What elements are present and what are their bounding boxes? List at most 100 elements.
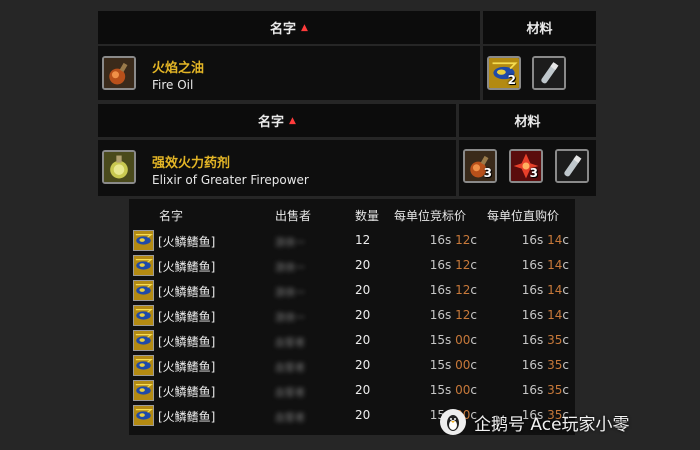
materials-column-label: 材料	[514, 115, 541, 130]
silver-amount: 16	[429, 283, 446, 297]
silver-amount: 16	[429, 308, 446, 322]
scale-fish-icon[interactable]	[133, 405, 154, 426]
copper-unit: c	[562, 283, 569, 297]
table-row[interactable]: [火鳞鳍鱼]血誓者2015s 00c16s 35c	[129, 353, 575, 378]
recipe-row-greater-firepower[interactable]: 强效火力药剂 Elixir of Greater Firepower	[98, 140, 456, 196]
seller-name: 游侠一	[275, 263, 305, 274]
copper-amount: 14	[547, 283, 563, 297]
silver-unit: s	[445, 308, 452, 322]
silver-unit: s	[537, 358, 544, 372]
scale-fish-icon[interactable]	[133, 380, 154, 401]
copper-unit: c	[562, 383, 569, 397]
seller-name: 游侠一	[275, 288, 305, 299]
silver-unit: s	[537, 283, 544, 297]
scale-fish-icon[interactable]	[133, 305, 154, 326]
copper-unit: c	[562, 308, 569, 322]
item-name-link[interactable]: [火鳞鳍鱼]	[158, 283, 215, 300]
scale-fish-icon[interactable]	[133, 355, 154, 376]
column-header-quantity[interactable]: 数量	[355, 207, 379, 224]
recipe-header-materials[interactable]: 材料	[483, 11, 596, 44]
quantity-value: 20	[355, 258, 371, 272]
silver-unit: s	[445, 333, 452, 347]
copper-amount: 14	[547, 258, 563, 272]
buyout-price: 16s 35c	[469, 383, 569, 397]
recipe-header-name[interactable]: 名字 ▲	[98, 11, 480, 44]
column-header-bid-price[interactable]: 每单位竞标价	[394, 207, 466, 224]
fire-oil-flask-icon[interactable]	[102, 56, 136, 90]
copper-unit: c	[562, 333, 569, 347]
silver-unit: s	[537, 308, 544, 322]
red-crystal-icon[interactable]: 3	[509, 149, 543, 183]
fire-oil-flask-icon[interactable]: 3	[463, 149, 497, 183]
bid-price: 15s 00c	[377, 358, 477, 372]
table-row[interactable]: [火鳞鳍鱼] 游侠一 12 16s 12c 16s 14c	[129, 228, 575, 253]
table-row[interactable]: [火鳞鳍鱼]血誓者2015s 00c16s 35c	[129, 328, 575, 353]
quantity-value: 20	[355, 383, 371, 397]
auction-listing-table: 名字 出售者 数量 每单位竞标价 每单位直购价 [火鳞鳍鱼] 游侠一 12 16s 1…	[129, 199, 575, 435]
silver-amount: 15	[429, 358, 446, 372]
scale-fish-icon[interactable]	[133, 255, 154, 276]
table-row[interactable]: [火鳞鳍鱼]血誓者2015s 00c16s 35c	[129, 378, 575, 403]
elixir-flask-icon[interactable]	[102, 150, 136, 184]
scale-fish-icon[interactable]: 2	[487, 56, 521, 90]
watermark: 企鹅号 Ace玩家小零	[440, 409, 630, 435]
sort-ascending-icon: ▲	[289, 115, 296, 126]
reagents-greater-firepower: 3 3	[459, 140, 596, 196]
table-row[interactable]: [火鳞鳍鱼] 游侠一 20 16s 12c 16s 14c	[129, 303, 575, 328]
item-name-link[interactable]: [火鳞鳍鱼]	[158, 233, 215, 250]
quantity-value: 20	[355, 283, 371, 297]
silver-amount: 16	[521, 308, 538, 322]
empty-vial-icon[interactable]	[532, 56, 566, 90]
item-name-link[interactable]: [火鳞鳍鱼]	[158, 333, 215, 350]
watermark-text: 企鹅号 Ace玩家小零	[474, 414, 630, 435]
silver-amount: 15	[429, 333, 446, 347]
copper-unit: c	[562, 358, 569, 372]
copper-amount: 14	[547, 233, 563, 247]
item-name-link[interactable]: [火鳞鳍鱼]	[158, 258, 215, 275]
item-name-link[interactable]: [火鳞鳍鱼]	[158, 408, 215, 425]
recipe-title-en: Fire Oil	[152, 78, 194, 92]
item-name-link[interactable]: [火鳞鳍鱼]	[158, 308, 215, 325]
seller-name: 血誓者	[275, 363, 305, 374]
recipe-header-materials[interactable]: 材料	[459, 104, 596, 137]
quantity-value: 20	[355, 333, 371, 347]
silver-unit: s	[537, 383, 544, 397]
silver-unit: s	[445, 383, 452, 397]
recipe-title-en: Elixir of Greater Firepower	[152, 173, 309, 187]
name-column-label: 名字	[270, 22, 297, 37]
silver-amount: 16	[429, 233, 446, 247]
buyout-price: 16s 35c	[469, 358, 569, 372]
table-row[interactable]: [火鳞鳍鱼] 游侠一 20 16s 12c 16s 14c	[129, 253, 575, 278]
quantity-value: 20	[355, 408, 371, 422]
item-name-link[interactable]: [火鳞鳍鱼]	[158, 383, 215, 400]
copper-amount: 35	[547, 333, 563, 347]
bid-price: 15s 00c	[377, 383, 477, 397]
scale-fish-icon[interactable]	[133, 330, 154, 351]
reagent-count: 3	[483, 166, 492, 180]
name-column-label: 名字	[258, 115, 285, 130]
buyout-price: 16s 14c	[469, 308, 569, 322]
buyout-price: 16s 14c	[469, 283, 569, 297]
buyout-price: 16s 14c	[469, 258, 569, 272]
column-header-buyout-price[interactable]: 每单位直购价	[487, 207, 559, 224]
copper-amount: 35	[547, 358, 563, 372]
table-row[interactable]: [火鳞鳍鱼] 游侠一 20 16s 12c 16s 14c	[129, 278, 575, 303]
scale-fish-icon[interactable]	[133, 230, 154, 251]
seller-name: 血誓者	[275, 338, 305, 349]
reagent-count: 3	[529, 166, 538, 180]
recipe-title-cn: 强效火力药剂	[152, 156, 231, 171]
recipe-title-cn: 火焰之油	[152, 61, 205, 76]
column-header-name[interactable]: 名字	[159, 207, 183, 224]
silver-unit: s	[537, 233, 544, 247]
silver-unit: s	[445, 283, 452, 297]
buyout-price: 16s 14c	[469, 233, 569, 247]
recipe-header-name[interactable]: 名字 ▲	[98, 104, 456, 137]
column-header-seller[interactable]: 出售者	[275, 207, 311, 224]
item-name-link[interactable]: [火鳞鳍鱼]	[158, 358, 215, 375]
recipe-row-fire-oil[interactable]: 火焰之油 Fire Oil	[98, 46, 480, 100]
empty-vial-icon[interactable]	[555, 149, 589, 183]
silver-amount: 16	[521, 333, 538, 347]
silver-amount: 16	[521, 358, 538, 372]
scale-fish-icon[interactable]	[133, 280, 154, 301]
materials-column-label: 材料	[526, 22, 553, 37]
